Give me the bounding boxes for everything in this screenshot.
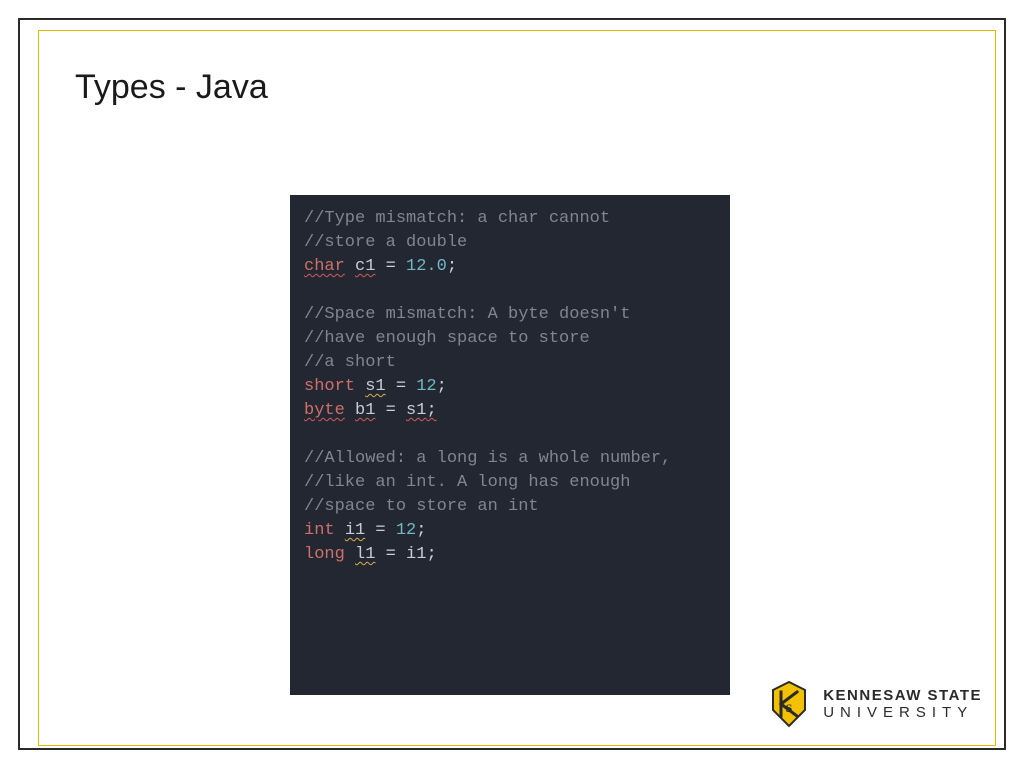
code-identifier: c1: [355, 257, 375, 276]
code-keyword: short: [304, 377, 355, 396]
code-block: //Type mismatch: a char cannot //store a…: [290, 195, 730, 695]
code-operator: =: [375, 401, 406, 420]
code-identifier: s1: [365, 377, 385, 396]
code-punct: ;: [437, 377, 447, 396]
logo-line-1: KENNESAW STATE: [823, 688, 982, 703]
code-punct: ;: [447, 257, 457, 276]
code-comment: //Space mismatch: A byte doesn't: [304, 305, 630, 324]
code-number: 12: [416, 377, 436, 396]
code-comment: //a short: [304, 353, 396, 372]
code-operator: =: [375, 545, 406, 564]
code-comment: //like an int. A long has enough: [304, 473, 630, 492]
university-logo: S KENNESAW STATE UNIVERSITY: [765, 680, 982, 728]
code-operator: =: [365, 521, 396, 540]
slide-title: Types - Java: [75, 68, 274, 107]
logo-mark-icon: S: [765, 680, 813, 728]
code-identifier: b1: [355, 401, 375, 420]
code-identifier: i1: [406, 545, 426, 564]
code-comment: //Allowed: a long is a whole number,: [304, 449, 671, 468]
code-keyword: byte: [304, 401, 345, 420]
code-keyword: int: [304, 521, 335, 540]
code-comment: //have enough space to store: [304, 329, 590, 348]
logo-text: KENNESAW STATE UNIVERSITY: [823, 688, 982, 720]
code-identifier: i1: [345, 521, 365, 540]
logo-line-2: UNIVERSITY: [823, 705, 982, 720]
code-number: 12.0: [406, 257, 447, 276]
code-identifier: s1: [406, 401, 426, 420]
code-identifier: l1: [355, 545, 375, 564]
code-punct: ;: [426, 545, 436, 564]
code-keyword: long: [304, 545, 345, 564]
code-comment: //Type mismatch: a char cannot: [304, 209, 610, 228]
code-punct: ;: [416, 521, 426, 540]
code-number: 12: [396, 521, 416, 540]
svg-text:S: S: [786, 701, 793, 715]
code-punct: ;: [426, 401, 436, 420]
code-keyword: char: [304, 257, 345, 276]
code-comment: //store a double: [304, 233, 467, 252]
code-comment: //space to store an int: [304, 497, 539, 516]
code-operator: =: [386, 377, 417, 396]
code-operator: =: [375, 257, 406, 276]
